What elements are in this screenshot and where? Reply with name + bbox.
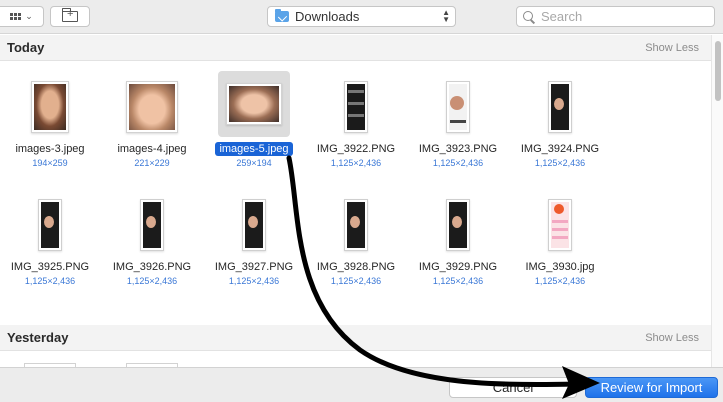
thumbnail xyxy=(528,193,592,257)
thumbnail xyxy=(120,193,184,257)
file-dimensions: 1,125×2,436 xyxy=(24,276,76,286)
show-less-link[interactable]: Show Less xyxy=(645,332,699,344)
image-thumbnail-icon xyxy=(126,81,178,133)
file-name: IMG_3926.PNG xyxy=(112,261,192,273)
file-dimensions: 259×194 xyxy=(236,158,272,168)
search-input[interactable] xyxy=(541,9,701,24)
bottom-bar: Cancel Review for Import xyxy=(0,367,723,402)
file-item[interactable]: images-4.jpeg 221×229 xyxy=(102,75,202,185)
updown-chevron-icon: ▲ ▼ xyxy=(442,8,450,24)
file-item[interactable]: IMG_3923.PNG 1,125×2,436 xyxy=(408,75,508,185)
file-dimensions: 1,125×2,436 xyxy=(126,276,178,286)
show-less-link[interactable]: Show Less xyxy=(645,42,699,54)
image-thumbnail-icon xyxy=(344,199,368,251)
thumbnail xyxy=(324,75,388,139)
file-dimensions: 1,125×2,436 xyxy=(330,276,382,286)
file-name: IMG_3928.PNG xyxy=(316,261,396,273)
file-dimensions: 194×259 xyxy=(32,158,68,168)
new-folder-button[interactable] xyxy=(50,6,90,27)
thumbnail xyxy=(426,75,490,139)
file-name: images-3.jpeg xyxy=(15,143,85,155)
file-item[interactable]: IMG_3922.PNG 1,125×2,436 xyxy=(306,75,406,185)
file-name: IMG_3924.PNG xyxy=(520,143,600,155)
file-item[interactable]: IMG_3929.PNG 1,125×2,436 xyxy=(408,193,508,303)
file-dimensions: 1,125×2,436 xyxy=(330,158,382,168)
file-dimensions: 1,125×2,436 xyxy=(534,158,586,168)
file-item-selected[interactable]: images-5.jpeg 259×194 xyxy=(204,71,304,185)
file-item[interactable]: images-3.jpeg 194×259 xyxy=(0,75,100,185)
file-item[interactable]: IMG_3927.PNG 1,125×2,436 xyxy=(204,193,304,303)
new-folder-icon xyxy=(62,8,78,22)
section-title: Today xyxy=(7,40,45,55)
image-thumbnail-icon xyxy=(38,199,62,251)
location-label: Downloads xyxy=(295,9,360,24)
file-dimensions: 1,125×2,436 xyxy=(432,158,484,168)
image-thumbnail-icon xyxy=(548,81,572,133)
vertical-scrollbar[interactable] xyxy=(711,35,723,367)
file-browser: Today Show Less images-3.jpeg 194×259 im… xyxy=(0,35,711,367)
file-item[interactable]: IMG_3924.PNG 1,125×2,436 xyxy=(510,75,610,185)
image-thumbnail-icon xyxy=(446,199,470,251)
thumbnail xyxy=(18,193,82,257)
file-item[interactable]: IMG_3930.jpg 1,125×2,436 xyxy=(510,193,610,303)
thumbnail xyxy=(222,193,286,257)
image-thumbnail-icon xyxy=(242,199,266,251)
file-name: images-4.jpeg xyxy=(117,143,187,155)
file-dimensions: 1,125×2,436 xyxy=(534,276,586,286)
file-name: IMG_3929.PNG xyxy=(418,261,498,273)
downloads-folder-icon xyxy=(275,9,289,22)
review-for-import-button[interactable]: Review for Import xyxy=(585,377,718,398)
thumbnail xyxy=(218,71,290,137)
thumbnail xyxy=(18,75,82,139)
file-dimensions: 221×229 xyxy=(134,158,170,168)
search-icon xyxy=(523,10,535,23)
cancel-button[interactable]: Cancel xyxy=(449,377,577,398)
image-thumbnail-icon xyxy=(140,199,164,251)
image-thumbnail-icon xyxy=(31,81,69,133)
image-thumbnail-icon xyxy=(446,81,470,133)
thumbnail xyxy=(120,75,184,139)
file-item[interactable]: IMG_3928.PNG 1,125×2,436 xyxy=(306,193,406,303)
thumbnail xyxy=(324,193,388,257)
view-options-button[interactable]: ⌄ xyxy=(0,6,44,27)
section-header-today: Today Show Less xyxy=(0,35,711,61)
file-name: IMG_3923.PNG xyxy=(418,143,498,155)
section-title: Yesterday xyxy=(7,330,69,345)
file-name: IMG_3922.PNG xyxy=(316,143,396,155)
chevron-down-icon: ⌄ xyxy=(25,11,33,21)
icon-view-grid-icon xyxy=(10,13,22,20)
search-field[interactable] xyxy=(516,6,715,27)
file-name: IMG_3925.PNG xyxy=(10,261,90,273)
location-popup[interactable]: Downloads ▲ ▼ xyxy=(267,6,456,27)
section-header-yesterday: Yesterday Show Less xyxy=(0,325,711,351)
image-thumbnail-icon xyxy=(548,199,572,251)
toolbar: ⌄ Downloads ▲▼ xyxy=(0,0,723,34)
scrollbar-thumb[interactable] xyxy=(715,41,721,101)
file-item[interactable]: IMG_3926.PNG 1,125×2,436 xyxy=(102,193,202,303)
thumbnail xyxy=(528,75,592,139)
file-dimensions: 1,125×2,436 xyxy=(432,276,484,286)
file-dimensions: 1,125×2,436 xyxy=(228,276,280,286)
image-thumbnail-icon xyxy=(344,81,368,133)
file-name: IMG_3927.PNG xyxy=(214,261,294,273)
file-name: IMG_3930.jpg xyxy=(525,261,595,273)
thumbnail xyxy=(426,193,490,257)
file-name: images-5.jpeg xyxy=(215,142,293,156)
image-thumbnail-icon xyxy=(226,83,282,125)
file-item[interactable]: IMG_3925.PNG 1,125×2,436 xyxy=(0,193,100,303)
